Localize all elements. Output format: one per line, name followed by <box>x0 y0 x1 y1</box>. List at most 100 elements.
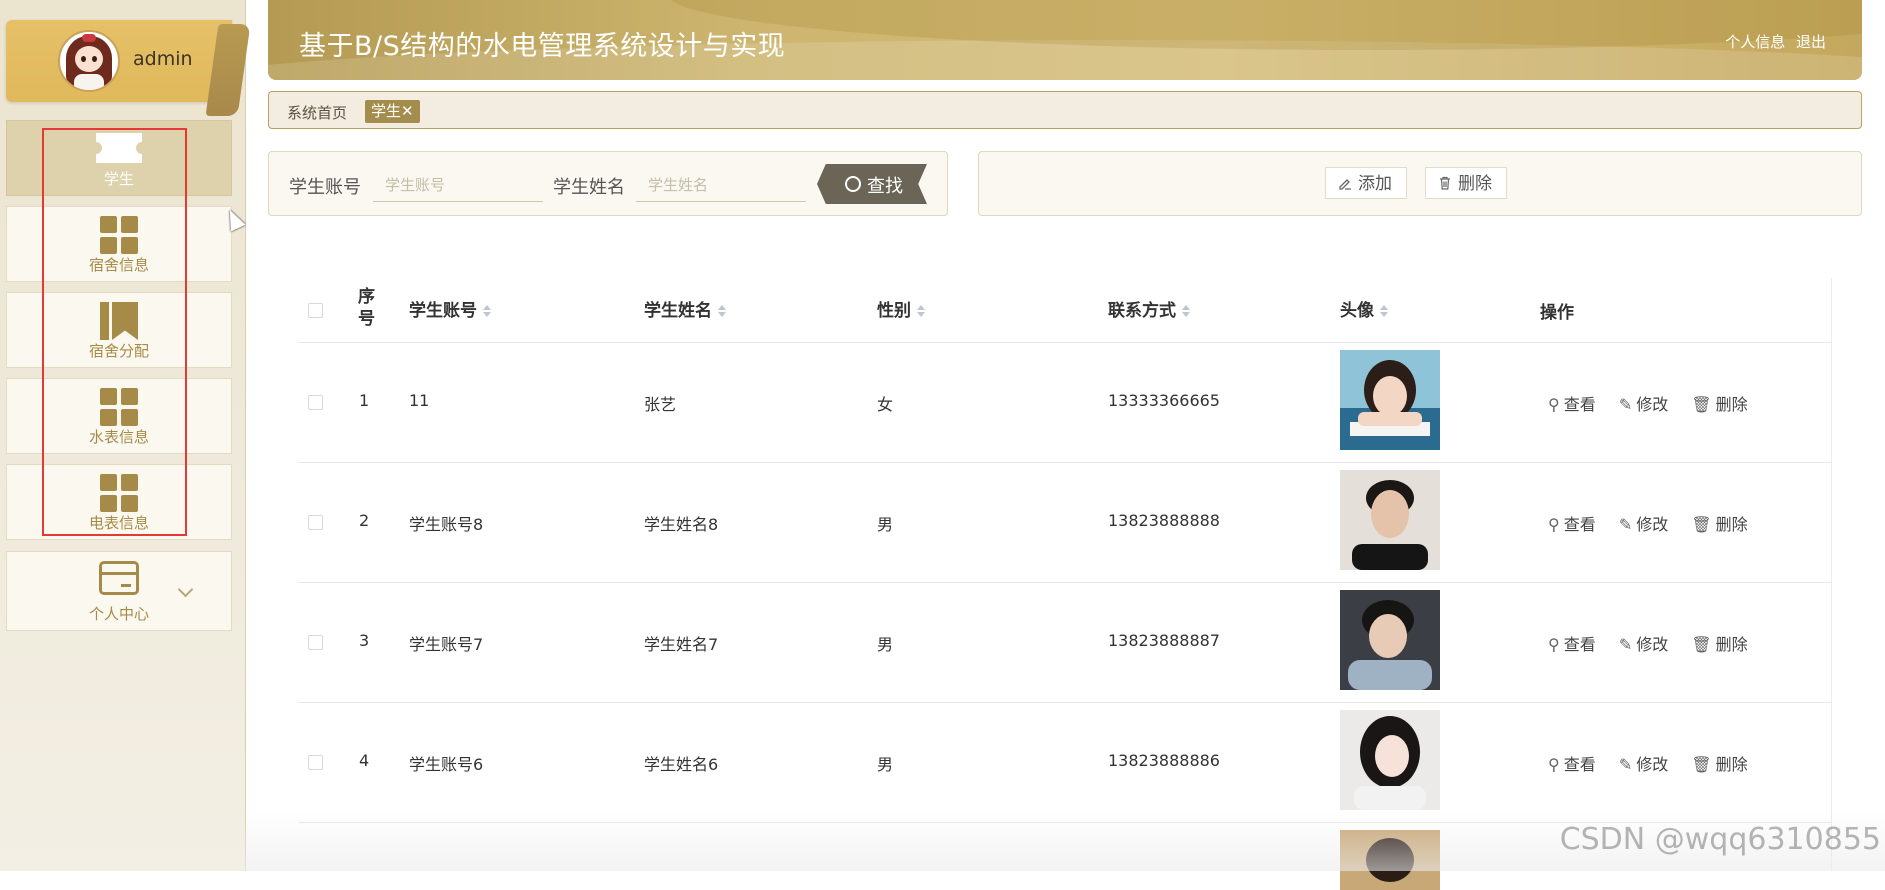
view-button[interactable]: ⚲ 查看 <box>1548 635 1596 654</box>
delete-button-label: 删除 <box>1458 174 1492 194</box>
row-gender: 女 <box>877 395 894 414</box>
trash-icon: 🗑 <box>1691 755 1712 774</box>
row-checkbox[interactable] <box>308 515 323 530</box>
sort-icon[interactable] <box>917 305 925 317</box>
search-icon: ⚲ <box>1548 755 1560 774</box>
view-button[interactable]: ⚲ 查看 <box>1548 755 1596 774</box>
profile-link[interactable]: 个人信息 <box>1725 33 1785 51</box>
sidebar-item-personal-center[interactable]: 个人中心 <box>6 551 232 631</box>
table-header: 序 号 学生账号 学生姓名 性别 联系方式 头像 操作 <box>298 278 1832 343</box>
row-phone: 13823888886 <box>1108 751 1220 770</box>
row-checkbox[interactable] <box>308 755 323 770</box>
search-icon: ⚲ <box>1548 515 1560 534</box>
header-links: 个人信息 退出 <box>1719 31 1826 52</box>
table-row: 4 学生账号6 学生姓名6 男 13823888886 ⚲ 查看 ✎ 修改 🗑 删除 <box>298 703 1832 823</box>
view-button[interactable]: ⚲ 查看 <box>1548 515 1596 534</box>
row-phone: 13823888887 <box>1108 631 1220 650</box>
add-button[interactable]: 添加 <box>1325 167 1407 199</box>
sidebar-item-student[interactable]: 学生 <box>6 120 232 196</box>
sidebar-item-dorm-assign[interactable]: 宿舍分配 <box>6 292 232 368</box>
student-photo[interactable] <box>1340 470 1440 570</box>
book-icon <box>100 302 138 340</box>
edit-icon: ✎ <box>1618 755 1633 774</box>
search-button[interactable]: 查找 <box>817 164 927 204</box>
watermark: CSDN @wqq6310855 <box>1559 822 1881 857</box>
page-title: 基于B/S结构的水电管理系统设计与实现 <box>299 31 786 62</box>
name-label: 学生姓名 <box>553 177 625 198</box>
delete-row-button[interactable]: 🗑 删除 <box>1691 395 1747 414</box>
row-name: 学生姓名6 <box>644 755 719 774</box>
view-button[interactable]: ⚲ 查看 <box>1548 395 1596 414</box>
row-account: 11 <box>409 391 430 410</box>
row-actions: ⚲ 查看 ✎ 修改 🗑 删除 <box>1548 751 1766 775</box>
name-search-input[interactable] <box>636 168 806 202</box>
search-icon: ⚲ <box>1548 395 1560 414</box>
edit-button[interactable]: ✎ 修改 <box>1619 395 1668 414</box>
row-checkbox[interactable] <box>308 395 323 410</box>
ticket-icon <box>90 133 148 163</box>
header-gender[interactable]: 性别 <box>877 296 925 321</box>
delete-button[interactable]: 删除 <box>1425 167 1507 199</box>
row-account: 学生账号8 <box>409 515 484 534</box>
breadcrumb-home[interactable]: 系统首页 <box>287 102 347 123</box>
student-photo[interactable] <box>1340 830 1440 890</box>
sort-icon[interactable] <box>718 305 726 317</box>
action-panel: 添加 删除 <box>978 151 1862 216</box>
sidebar-item-label: 宿舍信息 <box>88 256 149 274</box>
sidebar-item-label: 宿舍分配 <box>88 342 149 360</box>
delete-row-button[interactable]: 🗑 删除 <box>1691 635 1747 654</box>
edit-button[interactable]: ✎ 修改 <box>1619 755 1668 774</box>
search-panel: 学生账号 学生姓名 查找 <box>268 151 948 216</box>
row-checkbox[interactable] <box>308 635 323 650</box>
student-photo[interactable] <box>1340 590 1440 690</box>
trash-icon: 🗑 <box>1691 635 1712 654</box>
edit-icon: ✎ <box>1618 515 1633 534</box>
row-name: 学生姓名7 <box>644 635 719 654</box>
sort-icon[interactable] <box>483 305 491 317</box>
header-account[interactable]: 学生账号 <box>409 296 491 321</box>
row-gender: 男 <box>877 635 894 654</box>
edit-icon: ✎ <box>1618 635 1633 654</box>
table-row: 1 11 张艺 女 13333366665 ⚲ 查看 ✎ 修改 🗑 删除 <box>298 343 1832 463</box>
delete-row-button[interactable]: 🗑 删除 <box>1691 515 1747 534</box>
trash-icon: 🗑 <box>1691 395 1712 414</box>
sidebar-item-label: 电表信息 <box>88 514 149 532</box>
sidebar-item-electric-meter[interactable]: 电表信息 <box>6 464 232 540</box>
sidebar: admin 学生 宿舍信息 宿舍分配 水表信息 电表信息 个人中心 <box>0 0 251 871</box>
header-name[interactable]: 学生姓名 <box>644 296 726 321</box>
select-all-checkbox[interactable] <box>308 303 323 318</box>
account-search-input[interactable] <box>373 168 543 202</box>
search-icon <box>845 176 861 192</box>
header-ops: 操作 <box>1540 303 1574 323</box>
card-icon <box>99 561 139 595</box>
delete-row-button[interactable]: 🗑 删除 <box>1691 755 1747 774</box>
logout-link[interactable]: 退出 <box>1796 33 1826 51</box>
trash-icon <box>1440 176 1450 190</box>
grid-icon <box>100 216 138 254</box>
username: admin <box>133 48 193 70</box>
avatar[interactable] <box>58 30 120 92</box>
row-gender: 男 <box>877 515 894 534</box>
row-actions: ⚲ 查看 ✎ 修改 🗑 删除 <box>1548 511 1766 535</box>
row-index: 1 <box>359 391 370 410</box>
row-gender: 男 <box>877 755 894 774</box>
sidebar-item-dorm-info[interactable]: 宿舍信息 <box>6 206 232 282</box>
trash-icon: 🗑 <box>1691 515 1712 534</box>
edit-button[interactable]: ✎ 修改 <box>1619 515 1668 534</box>
edit-button[interactable]: ✎ 修改 <box>1619 635 1668 654</box>
sort-icon[interactable] <box>1380 305 1388 317</box>
header-index-top: 序 <box>358 287 375 307</box>
row-phone: 13333366665 <box>1108 391 1220 410</box>
tab-student[interactable]: 学生✕ <box>365 100 420 123</box>
sidebar-item-water-meter[interactable]: 水表信息 <box>6 378 232 454</box>
student-photo[interactable] <box>1340 350 1440 450</box>
header-phone[interactable]: 联系方式 <box>1108 296 1190 321</box>
row-index: 3 <box>359 631 370 650</box>
row-actions: ⚲ 查看 ✎ 修改 🗑 删除 <box>1548 631 1766 655</box>
row-index: 4 <box>359 751 370 770</box>
student-photo[interactable] <box>1340 710 1440 810</box>
edit-icon <box>1339 179 1351 190</box>
header-avatar[interactable]: 头像 <box>1340 296 1388 321</box>
sidebar-item-label: 个人中心 <box>88 605 149 623</box>
sort-icon[interactable] <box>1182 305 1190 317</box>
